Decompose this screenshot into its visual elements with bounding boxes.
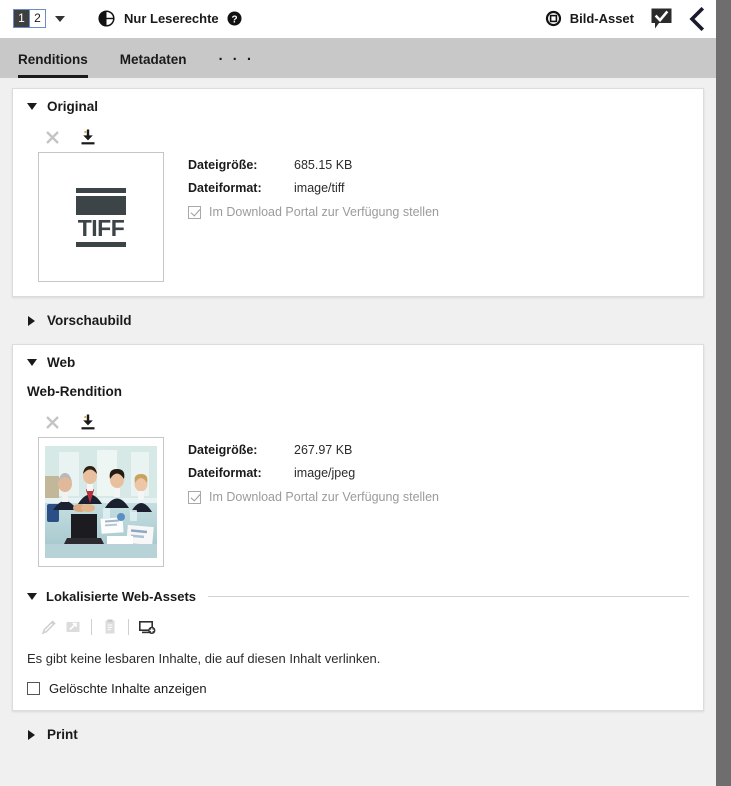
original-fileformat-value: image/tiff <box>294 181 345 195</box>
comment-check-icon[interactable] <box>650 7 673 30</box>
edit-pencil-icon <box>37 616 61 638</box>
localized-title: Lokalisierte Web-Assets <box>46 589 197 604</box>
asset-type-label: Bild-Asset <box>569 11 634 26</box>
section-vorschaubild: Vorschaubild <box>12 308 704 333</box>
section-print-title: Print <box>47 727 78 742</box>
section-print-header[interactable]: Print <box>26 727 690 742</box>
download-icon[interactable] <box>77 126 99 148</box>
original-rendition-row: TIFF Dateigröße: 685.15 KB Dateiformat: … <box>27 152 689 282</box>
version-selected[interactable]: 1 <box>14 10 29 27</box>
section-original-header[interactable]: Original <box>27 99 689 114</box>
header-right-group: Bild-Asset <box>545 6 708 31</box>
tiff-file-icon: TIFF <box>76 187 126 247</box>
section-original-title: Original <box>47 99 99 114</box>
section-original: Original TIFF Dateigröße: 685.15 KB Date… <box>12 88 704 297</box>
section-web: Web Web-Rendition Dateigröße: 267.97 KB … <box>12 344 704 711</box>
chevron-left-icon[interactable] <box>687 6 706 31</box>
triangle-right-icon <box>28 729 35 740</box>
section-vorschaubild-header[interactable]: Vorschaubild <box>26 313 690 328</box>
web-fileformat-key: Dateiformat: <box>188 466 262 480</box>
original-fileformat-row: Dateiformat: image/tiff <box>188 181 689 195</box>
tab-metadaten[interactable]: Metadaten <box>120 52 187 78</box>
original-thumbnail[interactable]: TIFF <box>38 152 164 282</box>
window-right-edge <box>716 0 731 786</box>
show-deleted-label: Gelöschte Inhalte anzeigen <box>49 681 207 696</box>
localized-header[interactable]: Lokalisierte Web-Assets <box>27 589 689 604</box>
tab-renditions[interactable]: Renditions <box>18 52 88 78</box>
triangle-down-icon <box>27 359 37 366</box>
permission-label: Nur Leserechte <box>124 11 219 26</box>
show-deleted-checkbox[interactable] <box>27 682 40 695</box>
asset-renditions-panel: 1 2 Nur Leserechte ? Bild-Asset Renditio… <box>0 0 716 786</box>
web-rendition-title: Web-Rendition <box>27 384 122 399</box>
section-vorschaubild-title: Vorschaubild <box>47 313 132 328</box>
permission-indicator: Nur Leserechte ? <box>98 10 242 27</box>
triangle-down-icon <box>27 593 37 600</box>
web-fileformat-value: image/jpeg <box>294 466 356 480</box>
version-box[interactable]: 1 2 <box>13 9 46 28</box>
original-filesize-value: 685.15 KB <box>294 158 353 172</box>
download-icon[interactable] <box>77 411 99 433</box>
web-metadata: Dateigröße: 267.97 KB Dateiformat: image… <box>188 437 689 504</box>
globe-permission-icon <box>98 10 115 27</box>
web-filesize-key: Dateigröße: <box>188 443 258 457</box>
version-other[interactable]: 2 <box>29 10 45 27</box>
close-x-icon <box>41 411 63 433</box>
add-screen-icon[interactable] <box>135 616 159 638</box>
triangle-down-icon <box>27 103 37 110</box>
original-action-row <box>41 126 689 148</box>
original-portal-checkbox-row: Im Download Portal zur Verfügung stellen <box>188 205 689 219</box>
web-portal-checkbox-label: Im Download Portal zur Verfügung stellen <box>209 490 439 504</box>
web-filesize-row: Dateigröße: 267.97 KB <box>188 443 689 457</box>
section-web-header[interactable]: Web <box>27 355 689 370</box>
original-filesize-key: Dateigröße: <box>188 158 258 172</box>
original-metadata: Dateigröße: 685.15 KB Dateiformat: image… <box>188 152 689 219</box>
triangle-right-icon <box>28 315 35 326</box>
original-portal-checkbox-label: Im Download Portal zur Verfügung stellen <box>209 205 439 219</box>
show-deleted-row[interactable]: Gelöschte Inhalte anzeigen <box>27 681 689 696</box>
app-header: 1 2 Nur Leserechte ? Bild-Asset <box>0 0 716 38</box>
section-print: Print <box>12 722 704 747</box>
localized-toolbar <box>37 616 689 638</box>
web-rendition-row: Dateigröße: 267.97 KB Dateiformat: image… <box>27 437 689 567</box>
localized-empty-message: Es gibt keine lesbaren Inhalte, die auf … <box>27 651 381 666</box>
tiff-label: TIFF <box>77 214 125 241</box>
section-web-title: Web <box>47 355 76 370</box>
version-selector[interactable]: 1 2 <box>13 9 65 28</box>
business-meeting-photo <box>45 446 157 558</box>
copy-icon <box>98 616 122 638</box>
chevron-down-icon[interactable] <box>55 15 65 22</box>
web-thumbnail[interactable] <box>38 437 164 567</box>
web-fileformat-row: Dateiformat: image/jpeg <box>188 466 689 480</box>
web-filesize-value: 267.97 KB <box>294 443 353 457</box>
image-asset-icon <box>545 10 562 27</box>
localized-web-assets: Lokalisierte Web-Assets Es gibt keine le… <box>27 589 689 696</box>
web-portal-checkbox-row: Im Download Portal zur Verfügung stellen <box>188 490 689 504</box>
toolbar-divider <box>91 619 92 635</box>
web-portal-checkbox <box>188 490 201 504</box>
tab-bar: Renditions Metadaten · · · <box>0 38 716 78</box>
toolbar-divider <box>128 619 129 635</box>
help-circle-icon[interactable]: ? <box>227 11 242 26</box>
original-fileformat-key: Dateiformat: <box>188 181 262 195</box>
localized-divider <box>208 596 689 597</box>
original-filesize-row: Dateigröße: 685.15 KB <box>188 158 689 172</box>
renditions-content: Original TIFF Dateigröße: 685.15 KB Date… <box>0 78 716 747</box>
web-action-row <box>41 411 689 433</box>
close-x-icon <box>41 126 63 148</box>
svg-text:?: ? <box>231 14 237 25</box>
original-portal-checkbox <box>188 205 201 219</box>
open-external-icon <box>61 616 85 638</box>
tab-overflow-menu[interactable]: · · · <box>219 51 255 78</box>
